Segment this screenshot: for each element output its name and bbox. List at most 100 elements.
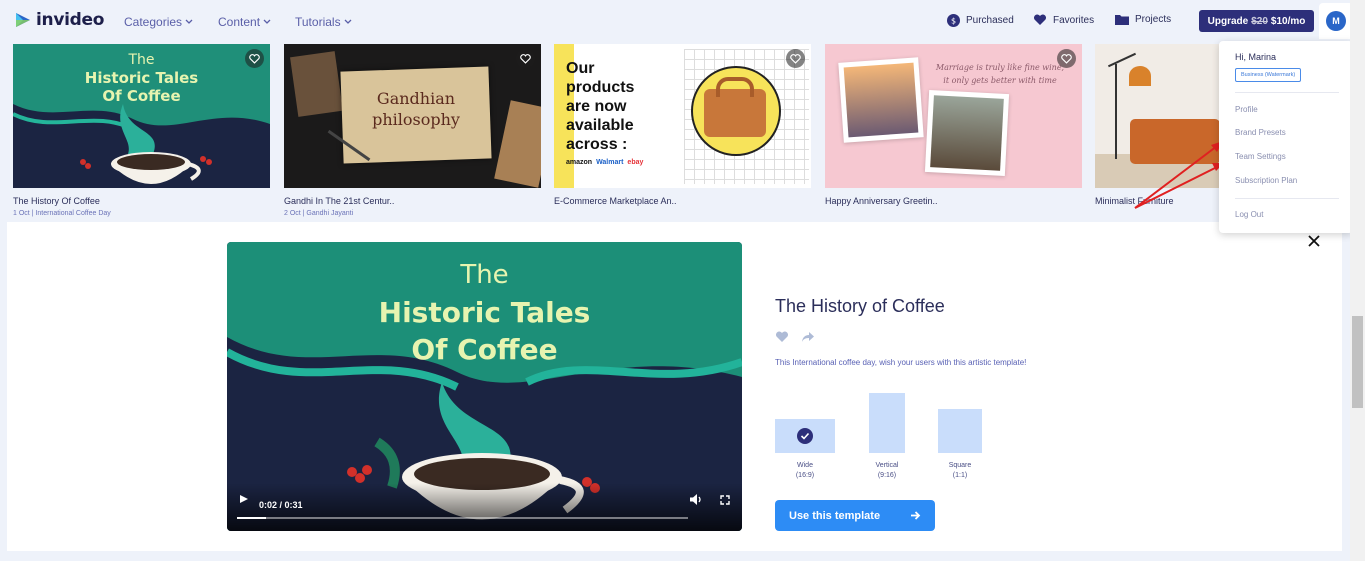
check-circle-icon <box>797 428 813 444</box>
upgrade-old-price: $20 <box>1251 15 1268 27</box>
favorite-button[interactable] <box>786 49 805 68</box>
nav-tutorials[interactable]: Tutorials <box>295 15 352 29</box>
card-art-text: products <box>566 79 635 96</box>
heart-outline-icon <box>790 53 801 64</box>
nav-purchased[interactable]: $ Purchased <box>947 14 1014 27</box>
dollar-icon: $ <box>947 14 960 27</box>
card-art-text: Our <box>566 60 595 77</box>
video-art-text: Historic Tales <box>378 296 591 329</box>
ratio-name: Wide <box>797 462 813 469</box>
card-title[interactable]: Happy Anniversary Greetin.. <box>825 196 1082 206</box>
menu-item-subscription-plan[interactable]: Subscription Plan <box>1235 176 1297 185</box>
card-art-text: The <box>128 52 155 68</box>
ratio-label-wide: Wide (16:9) <box>775 461 835 481</box>
card-title[interactable]: The History Of Coffee <box>13 196 270 206</box>
template-card[interactable]: Marriage is truly like fine wine, it onl… <box>825 44 1082 210</box>
video-controls: 0:02 / 0:31 <box>227 483 742 531</box>
card-art-text: are now <box>566 98 627 115</box>
menu-item-brand-presets[interactable]: Brand Presets <box>1235 128 1286 137</box>
card-art-logo: ebay <box>627 159 644 166</box>
favorite-button[interactable] <box>516 49 535 68</box>
heart-outline-icon <box>1061 53 1072 64</box>
nav-categories[interactable]: Categories <box>124 15 193 29</box>
card-title[interactable]: E-Commerce Marketplace An.. <box>554 196 811 206</box>
nav-favorites-label: Favorites <box>1053 14 1095 26</box>
top-nav: invideo Categories Content Tutorials $ P… <box>0 0 1353 42</box>
video-art-text: Of Coffee <box>411 333 558 366</box>
ratio-option-vertical[interactable] <box>869 393 905 453</box>
divider <box>1235 198 1339 199</box>
template-card[interactable]: The Historic Tales Of Coffee The History… <box>13 44 270 217</box>
heart-outline-icon <box>249 53 260 64</box>
page-scrollbar-thumb[interactable] <box>1352 316 1363 408</box>
chevron-down-icon <box>263 19 271 24</box>
avatar[interactable]: M <box>1326 11 1346 31</box>
use-template-button[interactable]: Use this template <box>775 500 935 531</box>
heart-outline-icon <box>520 53 531 64</box>
template-actions <box>775 331 815 343</box>
svg-text:$: $ <box>951 17 956 26</box>
volume-icon <box>690 494 701 505</box>
card-art-text: philosophy <box>372 110 460 129</box>
card-art-text: across : <box>566 136 628 153</box>
avatar-container[interactable]: M <box>1319 3 1353 39</box>
upgrade-new-price: $10/mo <box>1270 15 1306 27</box>
template-card[interactable]: Gandhian philosophy Gandhi In The 21st C… <box>284 44 541 217</box>
card-subtitle: 1 Oct | International Coffee Day <box>13 210 111 217</box>
menu-item-team-settings[interactable]: Team Settings <box>1235 152 1286 161</box>
card-art-logo: Walmart <box>596 159 624 166</box>
card-art-text: Gandhian <box>376 89 456 108</box>
nav-favorites[interactable]: Favorites <box>1033 14 1094 26</box>
card-art-text: it only gets better with time <box>943 76 1057 85</box>
nav-content[interactable]: Content <box>218 15 271 29</box>
nav-projects[interactable]: Projects <box>1115 14 1171 25</box>
fullscreen-button[interactable] <box>720 492 730 510</box>
fullscreen-icon <box>720 495 730 505</box>
card-thumbnail[interactable]: Gandhian philosophy <box>284 44 541 188</box>
page-scrollbar-track[interactable] <box>1350 0 1365 561</box>
video-art-text: The <box>460 260 509 290</box>
ratio-label-square: Square (1:1) <box>930 461 990 481</box>
invideo-logo[interactable]: invideo <box>14 10 104 30</box>
nav-purchased-label: Purchased <box>966 15 1014 26</box>
card-art-text: Marriage is truly like fine wine, <box>935 63 1065 72</box>
share-icon[interactable] <box>801 331 815 343</box>
ratio-value: (9:16) <box>877 472 897 479</box>
menu-item-profile[interactable]: Profile <box>1235 105 1258 114</box>
template-card[interactable]: Our products are now available across : … <box>554 44 811 210</box>
menu-item-log-out[interactable]: Log Out <box>1235 210 1263 219</box>
chevron-down-icon <box>185 19 193 24</box>
card-thumbnail[interactable]: The Historic Tales Of Coffee <box>13 44 270 188</box>
card-title[interactable]: Gandhi In The 21st Centur.. <box>284 196 541 206</box>
ratio-option-square[interactable] <box>938 409 982 453</box>
user-greeting: Hi, Marina <box>1235 52 1277 62</box>
card-art-text: Of Coffee <box>102 87 181 105</box>
use-template-label: Use this template <box>789 509 881 522</box>
heart-icon <box>1033 14 1047 25</box>
nav-projects-label: Projects <box>1135 14 1172 25</box>
favorite-button[interactable] <box>245 49 264 68</box>
arrow-right-icon <box>911 511 921 520</box>
nav-categories-label: Categories <box>124 15 183 29</box>
heart-icon[interactable] <box>775 331 789 343</box>
favorite-button[interactable] <box>1057 49 1076 68</box>
plan-badge: Business (Watermark) <box>1235 68 1302 82</box>
upgrade-button[interactable]: Upgrade $20 $10/mo <box>1199 10 1314 32</box>
play-button[interactable] <box>239 491 249 509</box>
card-art-logo: amazon <box>566 159 593 166</box>
video-progress-fill <box>237 517 267 519</box>
card-thumbnail[interactable]: Our products are now available across : … <box>554 44 811 188</box>
card-thumbnail[interactable]: Marriage is truly like fine wine, it onl… <box>825 44 1082 188</box>
user-dropdown-menu: Hi, Marina Business (Watermark) Profile … <box>1219 41 1353 233</box>
template-description: This International coffee day, wish your… <box>775 358 1027 367</box>
nav-content-label: Content <box>218 15 261 29</box>
volume-button[interactable] <box>690 492 702 510</box>
video-progress-bar[interactable] <box>237 517 688 519</box>
close-button[interactable] <box>1307 234 1321 253</box>
ratio-name: Square <box>948 462 972 469</box>
card-subtitle: 2 Oct | Gandhi Jayanti <box>284 210 354 217</box>
ratio-option-wide[interactable] <box>775 419 835 453</box>
upgrade-label: Upgrade <box>1207 15 1249 27</box>
video-player[interactable]: The Historic Tales Of Coffee 0:02 / 0:31 <box>227 242 742 531</box>
play-icon <box>240 495 248 503</box>
